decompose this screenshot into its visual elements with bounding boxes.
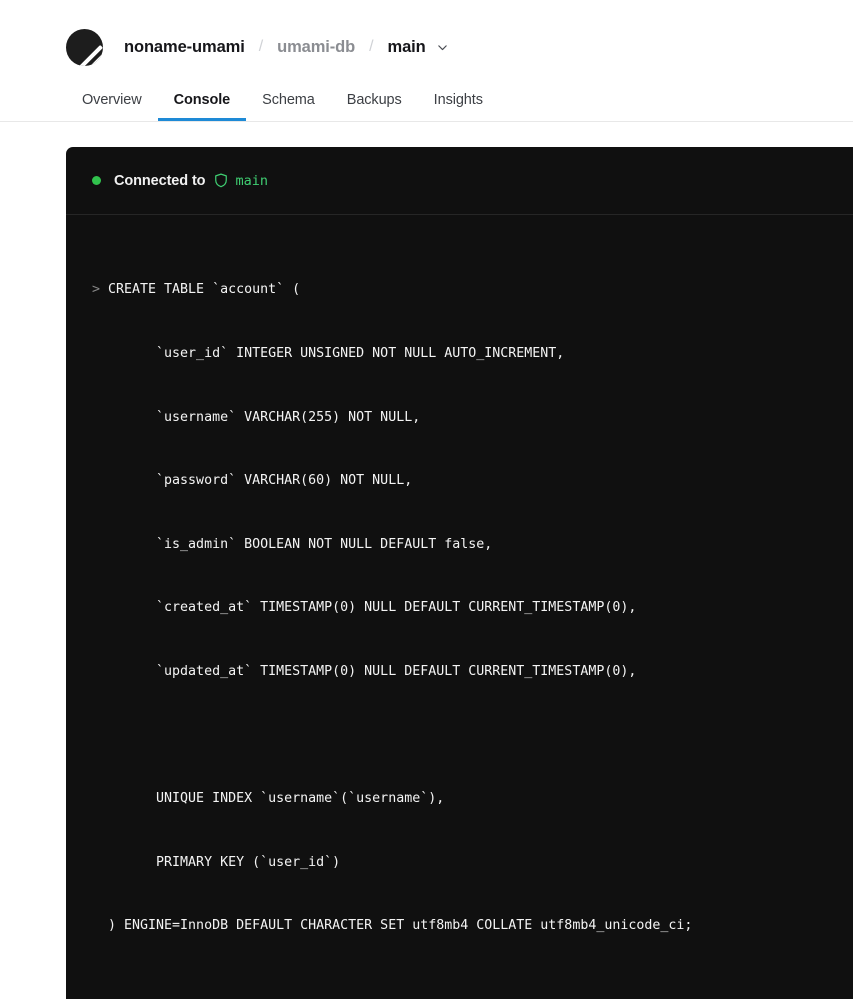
tab-schema-label: Schema bbox=[262, 91, 315, 108]
sql-text: ) ENGINE=InnoDB DEFAULT CHARACTER SET ut… bbox=[108, 918, 693, 934]
sql-line-blank bbox=[92, 725, 827, 746]
sql-line: UNIQUE INDEX `username`(`username`), bbox=[92, 788, 827, 809]
prompt-symbol: > bbox=[92, 282, 101, 298]
tab-insights[interactable]: Insights bbox=[418, 91, 499, 122]
tab-console-label: Console bbox=[173, 91, 231, 108]
tab-overview[interactable]: Overview bbox=[66, 91, 158, 122]
console-wrapper: Connected to main > CREATE TABLE `accoun… bbox=[0, 122, 853, 999]
sql-line: PRIMARY KEY (`user_id`) bbox=[92, 852, 827, 873]
sql-text: `username` VARCHAR(255) NOT NULL, bbox=[108, 409, 421, 425]
connected-label: Connected to bbox=[114, 172, 206, 189]
breadcrumb: noname-umami / umami-db / main bbox=[66, 24, 449, 70]
connection-status-dot bbox=[92, 176, 101, 185]
sql-text: `updated_at` TIMESTAMP(0) NULL DEFAULT C… bbox=[108, 664, 637, 680]
prompt-spacer bbox=[92, 725, 108, 746]
prompt-spacer bbox=[92, 661, 108, 682]
tab-schema[interactable]: Schema bbox=[246, 91, 331, 122]
sql-line: `created_at` TIMESTAMP(0) NULL DEFAULT C… bbox=[92, 597, 827, 618]
sql-line: `user_id` INTEGER UNSIGNED NOT NULL AUTO… bbox=[92, 343, 827, 364]
sql-line: `password` VARCHAR(60) NOT NULL, bbox=[92, 470, 827, 491]
sql-line: `updated_at` TIMESTAMP(0) NULL DEFAULT C… bbox=[92, 661, 827, 682]
prompt-spacer bbox=[92, 534, 108, 555]
tab-insights-label: Insights bbox=[433, 91, 483, 108]
sql-text: `is_admin` BOOLEAN NOT NULL DEFAULT fals… bbox=[108, 536, 493, 552]
prompt-spacer bbox=[92, 597, 108, 618]
sql-line: `username` VARCHAR(255) NOT NULL, bbox=[92, 407, 827, 428]
breadcrumb-separator-1: / bbox=[258, 38, 264, 55]
sql-text: CREATE TABLE `account` ( bbox=[108, 282, 301, 298]
breadcrumb-database[interactable]: umami-db bbox=[277, 38, 355, 57]
prompt-spacer bbox=[92, 343, 108, 364]
page-header: noname-umami / umami-db / main Overview … bbox=[0, 0, 853, 122]
sql-line: > CREATE TABLE `account` ( bbox=[92, 279, 827, 300]
breadcrumb-organization[interactable]: noname-umami bbox=[124, 38, 245, 57]
chevron-down-icon[interactable] bbox=[436, 41, 449, 54]
sql-text: `user_id` INTEGER UNSIGNED NOT NULL AUTO… bbox=[108, 346, 565, 362]
sql-text: UNIQUE INDEX `username`(`username`), bbox=[108, 791, 445, 807]
prompt-spacer bbox=[92, 407, 108, 428]
shield-branch-icon bbox=[214, 173, 228, 188]
sql-line: ) ENGINE=InnoDB DEFAULT CHARACTER SET ut… bbox=[92, 915, 827, 936]
tab-overview-label: Overview bbox=[82, 91, 142, 108]
console-panel: Connected to main > CREATE TABLE `accoun… bbox=[66, 147, 853, 999]
tab-console[interactable]: Console bbox=[157, 91, 247, 121]
prompt-spacer bbox=[92, 915, 108, 936]
planetscale-logo-icon bbox=[66, 28, 103, 66]
prompt-spacer bbox=[92, 470, 108, 491]
sql-line: `is_admin` BOOLEAN NOT NULL DEFAULT fals… bbox=[92, 534, 827, 555]
connected-branch-name: main bbox=[235, 172, 268, 189]
sql-text: `password` VARCHAR(60) NOT NULL, bbox=[108, 473, 413, 489]
breadcrumb-separator-2: / bbox=[369, 38, 374, 55]
tab-backups-label: Backups bbox=[346, 91, 402, 108]
prompt-spacer bbox=[92, 852, 108, 873]
sql-text: `created_at` TIMESTAMP(0) NULL DEFAULT C… bbox=[108, 600, 637, 616]
nav-tabs: Overview Console Schema Backups Insights bbox=[66, 91, 499, 122]
breadcrumb-branch[interactable]: main bbox=[388, 38, 426, 57]
sql-text: PRIMARY KEY (`user_id`) bbox=[108, 854, 341, 870]
console-sql-output[interactable]: > CREATE TABLE `account` ( `user_id` INT… bbox=[66, 215, 853, 999]
console-status-bar: Connected to main bbox=[66, 147, 853, 215]
tab-backups[interactable]: Backups bbox=[331, 91, 418, 122]
prompt-spacer bbox=[92, 788, 108, 809]
